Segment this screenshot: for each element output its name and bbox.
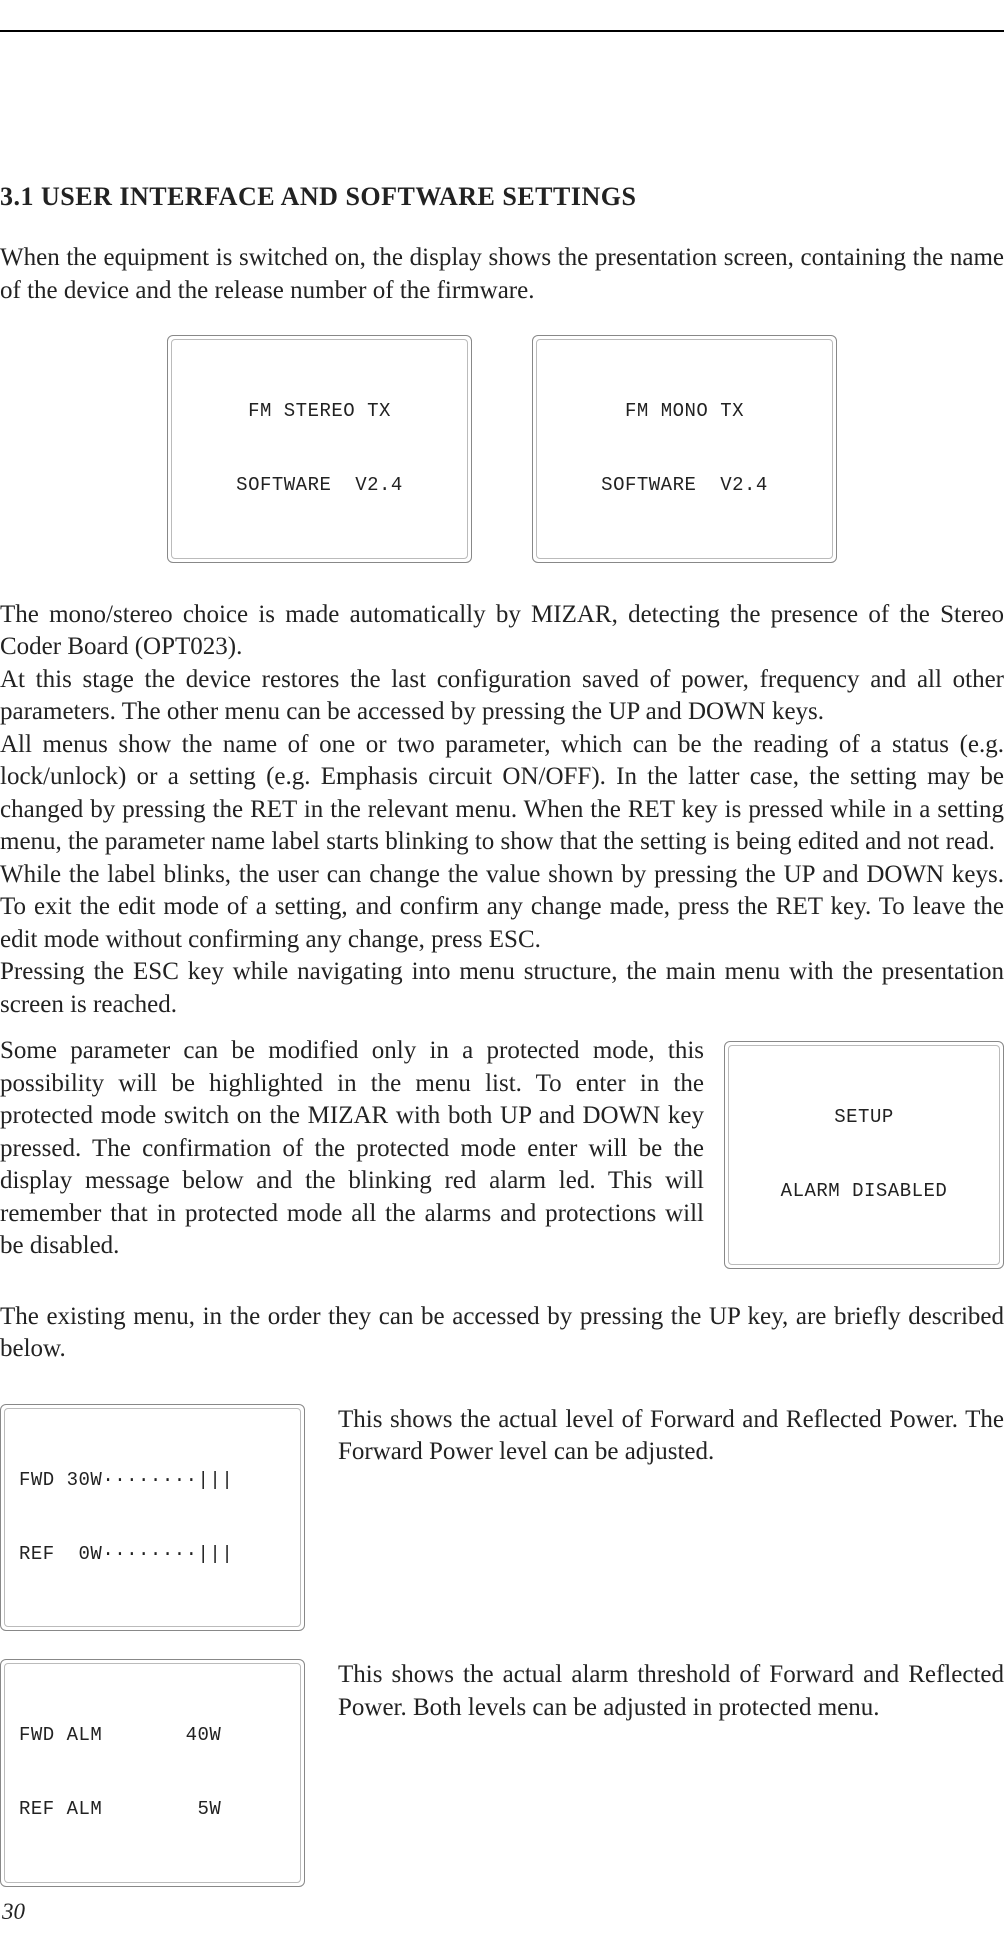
lcd-setup: SETUP ALARM DISABLED	[724, 1041, 1004, 1269]
menu-item-2: FWD ALM 40W REF ALM 5W This shows the ac…	[0, 1659, 1004, 1915]
menu1-desc: This shows the actual level of Forward a…	[338, 1404, 1004, 1469]
lcd-ref-line: REF 0W········|||	[19, 1542, 286, 1567]
lcd-fwd-alm-line: FWD ALM 40W	[19, 1723, 286, 1748]
menu-intro-paragraph: The existing menu, in the order they can…	[0, 1301, 1004, 1366]
lcd-stereo-line1: FM STEREO TX	[172, 399, 467, 424]
lcd-fwd-line: FWD 30W········|||	[19, 1468, 286, 1493]
top-rule	[0, 30, 1004, 32]
lcd-ref-alm-line: REF ALM 5W	[19, 1797, 286, 1822]
lcd-fwd-ref-alarm: FWD ALM 40W REF ALM 5W	[0, 1659, 305, 1887]
menu2-desc: This shows the actual alarm threshold of…	[338, 1659, 1004, 1724]
menu-item-1: FWD 30W········||| REF 0W········||| Thi…	[0, 1404, 1004, 1660]
lcd-mono-line2: SOFTWARE V2.4	[537, 473, 832, 498]
lcd-fwd-ref-power: FWD 30W········||| REF 0W········|||	[0, 1404, 305, 1632]
lcd-setup-line1: SETUP	[729, 1105, 999, 1130]
page-number: 30	[2, 1899, 25, 1925]
lcd-stereo-line2: SOFTWARE V2.4	[172, 473, 467, 498]
intro-paragraph: When the equipment is switched on, the d…	[0, 242, 1004, 307]
lcd-stereo: FM STEREO TX SOFTWARE V2.4	[167, 335, 472, 563]
main-body-block: The mono/stereo choice is made automatic…	[0, 599, 1004, 1022]
lcd-mono: FM MONO TX SOFTWARE V2.4	[532, 335, 837, 563]
lcd-mono-line1: FM MONO TX	[537, 399, 832, 424]
lcd-setup-line2: ALARM DISABLED	[729, 1179, 999, 1204]
section-title: 3.1 USER INTERFACE AND SOFTWARE SETTINGS	[0, 182, 1004, 212]
lcd-presentation-row: FM STEREO TX SOFTWARE V2.4 FM MONO TX SO…	[0, 335, 1004, 563]
